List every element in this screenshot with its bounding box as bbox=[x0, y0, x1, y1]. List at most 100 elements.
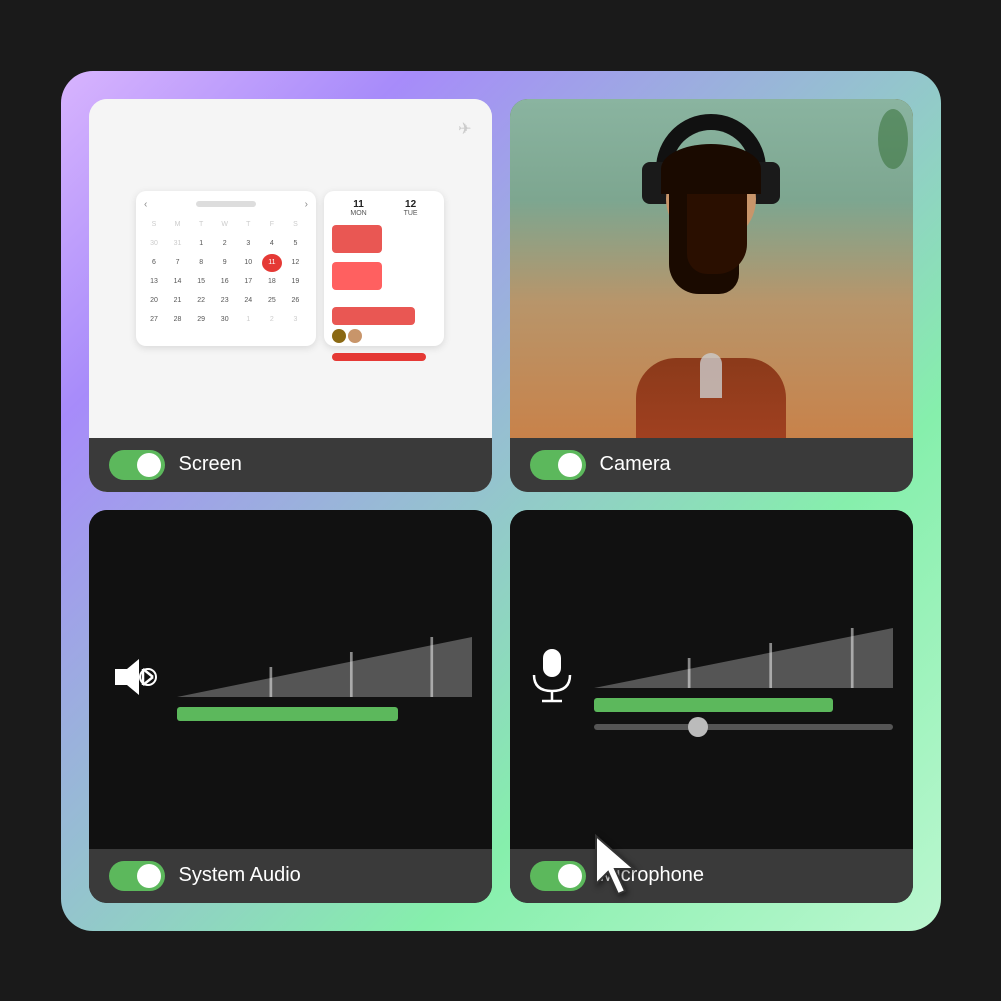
screen-toggle[interactable] bbox=[109, 450, 165, 480]
cal-cell: T bbox=[191, 216, 211, 234]
microphone-label: Microphone bbox=[600, 864, 705, 887]
cal-cell: 19 bbox=[285, 273, 305, 291]
mic-meter-background bbox=[594, 628, 893, 688]
cal-cell: 3 bbox=[238, 235, 258, 253]
cal-cell: F bbox=[262, 216, 282, 234]
mic-meter-svg bbox=[594, 628, 893, 688]
cal-cell: 3 bbox=[285, 311, 305, 329]
cal-prev-icon[interactable]: ‹ bbox=[144, 199, 147, 210]
sched-avatar-2 bbox=[348, 329, 362, 343]
cards-grid: ‹ › S M T W T F S 30 bbox=[89, 99, 913, 903]
calendar-mock: ‹ › S M T W T F S 30 bbox=[136, 191, 316, 346]
microphone-toggle[interactable] bbox=[530, 861, 586, 891]
sched-event-1 bbox=[332, 225, 382, 253]
cal-cell: 6 bbox=[144, 254, 164, 272]
camera-toggle[interactable] bbox=[530, 450, 586, 480]
sched-avatars bbox=[332, 329, 436, 343]
screen-toggle-bar: Screen bbox=[89, 438, 492, 492]
cal-cell: S bbox=[144, 216, 164, 234]
cal-cell: 1 bbox=[238, 311, 258, 329]
speaker-icon bbox=[109, 653, 157, 706]
meter-svg bbox=[177, 637, 472, 697]
system-audio-toggle[interactable] bbox=[109, 861, 165, 891]
outer-container: ‹ › S M T W T F S 30 bbox=[61, 71, 941, 931]
cal-cell: 7 bbox=[168, 254, 188, 272]
system-audio-toggle-knob bbox=[137, 864, 161, 888]
cal-cell: 5 bbox=[285, 235, 305, 253]
screen-preview: ‹ › S M T W T F S 30 bbox=[89, 99, 492, 438]
cal-cell: 15 bbox=[191, 273, 211, 291]
hair-top bbox=[661, 144, 761, 194]
microphone-icon bbox=[530, 647, 574, 712]
cal-grid: S M T W T F S 30 31 1 2 3 4 5 bbox=[144, 216, 308, 329]
screen-toggle-knob bbox=[137, 453, 161, 477]
cal-cell: 18 bbox=[262, 273, 282, 291]
cal-cell: 22 bbox=[191, 292, 211, 310]
cal-cell: M bbox=[168, 216, 188, 234]
mic-slider-track[interactable] bbox=[594, 724, 893, 730]
mic-green-bar bbox=[594, 698, 833, 712]
system-audio-label: System Audio bbox=[179, 864, 301, 887]
cal-cell: 29 bbox=[191, 311, 211, 329]
system-audio-preview bbox=[89, 510, 492, 849]
camera-toggle-bar: Camera bbox=[510, 438, 913, 492]
cal-cell: W bbox=[215, 216, 235, 234]
cal-cell: 13 bbox=[144, 273, 164, 291]
cal-today-cell: 11 bbox=[262, 254, 282, 272]
cal-cell: 10 bbox=[238, 254, 258, 272]
mic-slider-thumb[interactable] bbox=[688, 717, 708, 737]
cal-cell: 2 bbox=[215, 235, 235, 253]
cal-cell: 28 bbox=[168, 311, 188, 329]
cal-cell: 30 bbox=[215, 311, 235, 329]
cal-cell: 27 bbox=[144, 311, 164, 329]
cal-cell: 23 bbox=[215, 292, 235, 310]
microphone-toggle-bar: Microphone bbox=[510, 849, 913, 903]
cal-cell: T bbox=[238, 216, 258, 234]
schedule-mock: 11MON 12TUE bbox=[324, 191, 444, 346]
meter-background bbox=[177, 637, 472, 697]
cal-cell: 12 bbox=[285, 254, 305, 272]
microphone-toggle-knob bbox=[558, 864, 582, 888]
camera-toggle-knob bbox=[558, 453, 582, 477]
audio-level-meter bbox=[177, 637, 472, 721]
cal-next-icon[interactable]: › bbox=[305, 199, 308, 210]
cal-cell: 2 bbox=[262, 311, 282, 329]
sched-day-12: 12TUE bbox=[404, 199, 418, 217]
plane-icon: ✈ bbox=[458, 119, 471, 139]
audio-viz-container bbox=[109, 637, 472, 721]
system-audio-toggle-bar: System Audio bbox=[89, 849, 492, 903]
camera-preview bbox=[510, 99, 913, 438]
cal-cell: S bbox=[285, 216, 305, 234]
cal-cell: 1 bbox=[191, 235, 211, 253]
sched-red-bar bbox=[332, 353, 426, 361]
cal-cell: 25 bbox=[262, 292, 282, 310]
plant bbox=[878, 109, 908, 169]
card-screen: ‹ › S M T W T F S 30 bbox=[89, 99, 492, 492]
cal-cell: 14 bbox=[168, 273, 188, 291]
cal-cell: 31 bbox=[168, 235, 188, 253]
hair-right bbox=[687, 194, 747, 274]
cal-cell: 8 bbox=[191, 254, 211, 272]
cal-cell: 21 bbox=[168, 292, 188, 310]
cal-cell: 16 bbox=[215, 273, 235, 291]
mic-viz-container bbox=[530, 628, 893, 730]
sched-event-3 bbox=[332, 307, 415, 325]
cal-cell: 26 bbox=[285, 292, 305, 310]
cal-cell: 24 bbox=[238, 292, 258, 310]
studio-mic bbox=[700, 353, 722, 398]
sched-header: 11MON 12TUE bbox=[332, 199, 436, 217]
card-camera: Camera bbox=[510, 99, 913, 492]
mic-level-meter bbox=[594, 628, 893, 730]
microphone-preview bbox=[510, 510, 913, 849]
cal-title-bar bbox=[196, 201, 256, 207]
cal-cell: 17 bbox=[238, 273, 258, 291]
camera-label: Camera bbox=[600, 453, 671, 476]
cal-cell: 9 bbox=[215, 254, 235, 272]
card-system-audio: System Audio bbox=[89, 510, 492, 903]
cal-cell: 20 bbox=[144, 292, 164, 310]
camera-person bbox=[510, 99, 913, 438]
sched-avatar-1 bbox=[332, 329, 346, 343]
cal-cell: 4 bbox=[262, 235, 282, 253]
audio-green-bar bbox=[177, 707, 398, 721]
sched-event-2 bbox=[332, 262, 382, 290]
